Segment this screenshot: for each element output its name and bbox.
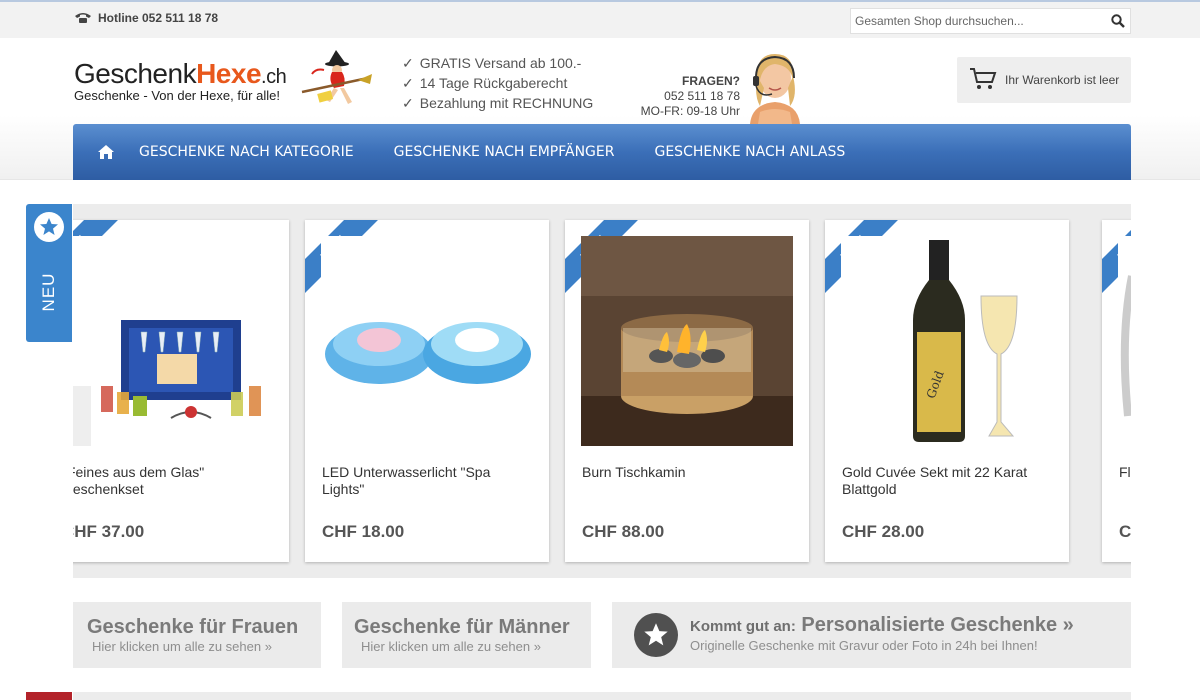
- search-icon[interactable]: [1106, 9, 1130, 33]
- hotline: Hotline 052 511 18 78: [74, 11, 218, 25]
- product-title[interactable]: Burn Tischkamin: [582, 464, 792, 481]
- product-title[interactable]: Gold Cuvée Sekt mit 22 Karat Blattgold: [842, 464, 1052, 498]
- usp-list: ✓ GRATIS Versand ab 100.- ✓ 14 Tage Rückga…: [402, 53, 593, 113]
- banner-women[interactable]: Geschenke für Frauen Hier klicken um all…: [73, 602, 321, 668]
- red-side-tab[interactable]: [26, 692, 72, 700]
- search-input[interactable]: [851, 9, 1106, 33]
- banner-title: Geschenke für Männer: [354, 616, 570, 638]
- banner-men[interactable]: Geschenke für Männer Hier klicken um all…: [342, 602, 591, 668]
- nav-item-empfaenger[interactable]: GESCHENKE NACH EMPFÄNGER: [394, 144, 615, 160]
- next-section-strip: [73, 692, 1131, 700]
- product-price: CHF 18.00: [322, 522, 405, 541]
- home-icon[interactable]: [73, 124, 139, 180]
- product-image[interactable]: [73, 236, 273, 446]
- banner-title: Kommt gut an: Personalisierte Geschenke …: [690, 614, 1074, 636]
- new-products-tab[interactable]: NEU: [26, 204, 72, 342]
- contact-question: FRAGEN?: [682, 74, 740, 88]
- product-title[interactable]: LED Unterwasserlicht "Spa Lights": [322, 464, 532, 498]
- product-image[interactable]: [1118, 236, 1131, 446]
- check-icon: ✓: [402, 95, 414, 111]
- logo[interactable]: GeschenkHexe.ch Geschenke - Von der Hexe…: [74, 58, 287, 103]
- cart-icon: [969, 67, 997, 94]
- banner-subtitle: Originelle Geschenke mit Gravur oder Fot…: [690, 638, 1038, 653]
- usp-item: ✓ Bezahlung mit RECHNUNG: [402, 95, 594, 111]
- product-image[interactable]: [581, 236, 793, 446]
- new-tab-label: NEU: [39, 272, 58, 312]
- product-card[interactable]: NEW Fl C: [1102, 220, 1131, 562]
- cart-label: Ihr Warenkorb ist leer: [1005, 73, 1120, 87]
- new-products-carousel[interactable]: NEW "Feines aus dem Glas" Geschenks: [73, 204, 1131, 578]
- banner-subtitle: Hier klicken um alle zu sehen »: [361, 639, 541, 654]
- product-price: CHF 37.00: [73, 522, 145, 541]
- hotline-text: Hotline 052 511 18 78: [98, 11, 219, 25]
- check-icon: ✓: [402, 55, 414, 71]
- contact-phone: 052 511 18 78: [664, 89, 740, 103]
- cart-button[interactable]: Ihr Warenkorb ist leer: [957, 57, 1131, 103]
- product-price: CHF 88.00: [582, 522, 665, 541]
- logo-wordmark: GeschenkHexe.ch: [74, 58, 287, 89]
- product-card[interactable]: NEW Gold Gold Cuvée Sekt mit 22 Karat Bl…: [825, 220, 1069, 562]
- banner-title: Geschenke für Frauen: [87, 616, 299, 638]
- usp-item: ✓ 14 Tage Rückgaberecht: [402, 75, 568, 91]
- nav-item-anlass[interactable]: GESCHENKE NACH ANLASS: [654, 144, 845, 160]
- star-icon: [634, 613, 678, 657]
- product-price: C: [1119, 522, 1131, 541]
- product-card[interactable]: NEW LED Unterwasserlicht "Spa Lights" CH…: [305, 220, 549, 562]
- top-bar: Hotline 052 511 18 78: [0, 0, 1200, 38]
- main-nav: GESCHENKE NACH KATEGORIE GESCHENKE NACH …: [73, 124, 1131, 180]
- product-image[interactable]: Gold: [841, 236, 1053, 446]
- star-icon: [34, 212, 64, 242]
- contact-hours: MO-FR: 09-18 Uhr: [640, 104, 740, 118]
- search-box: [850, 8, 1131, 34]
- support-agent-avatar: [742, 48, 808, 124]
- product-title[interactable]: Fl: [1119, 464, 1131, 481]
- contact-info: FRAGEN? 052 511 18 78 MO-FR: 09-18 Uhr: [630, 74, 740, 119]
- phone-icon: [74, 12, 92, 24]
- product-image[interactable]: [321, 236, 533, 446]
- witch-logo-icon: [288, 48, 374, 120]
- product-price: CHF 28.00: [842, 522, 925, 541]
- banner-subtitle: Hier klicken um alle zu sehen »: [92, 639, 272, 654]
- product-card[interactable]: NEW Burn Tischkamin CHF 88.00: [565, 220, 809, 562]
- usp-item: ✓ GRATIS Versand ab 100.-: [402, 55, 582, 71]
- banner-personalized[interactable]: Kommt gut an: Personalisierte Geschenke …: [612, 602, 1131, 668]
- product-card[interactable]: NEW "Feines aus dem Glas" Geschenks: [73, 220, 289, 562]
- logo-tagline: Geschenke - Von der Hexe, für alle!: [74, 88, 280, 103]
- check-icon: ✓: [402, 75, 414, 91]
- product-title[interactable]: "Feines aus dem Glas" Geschenkset: [73, 464, 272, 498]
- nav-item-kategorie[interactable]: GESCHENKE NACH KATEGORIE: [139, 144, 354, 160]
